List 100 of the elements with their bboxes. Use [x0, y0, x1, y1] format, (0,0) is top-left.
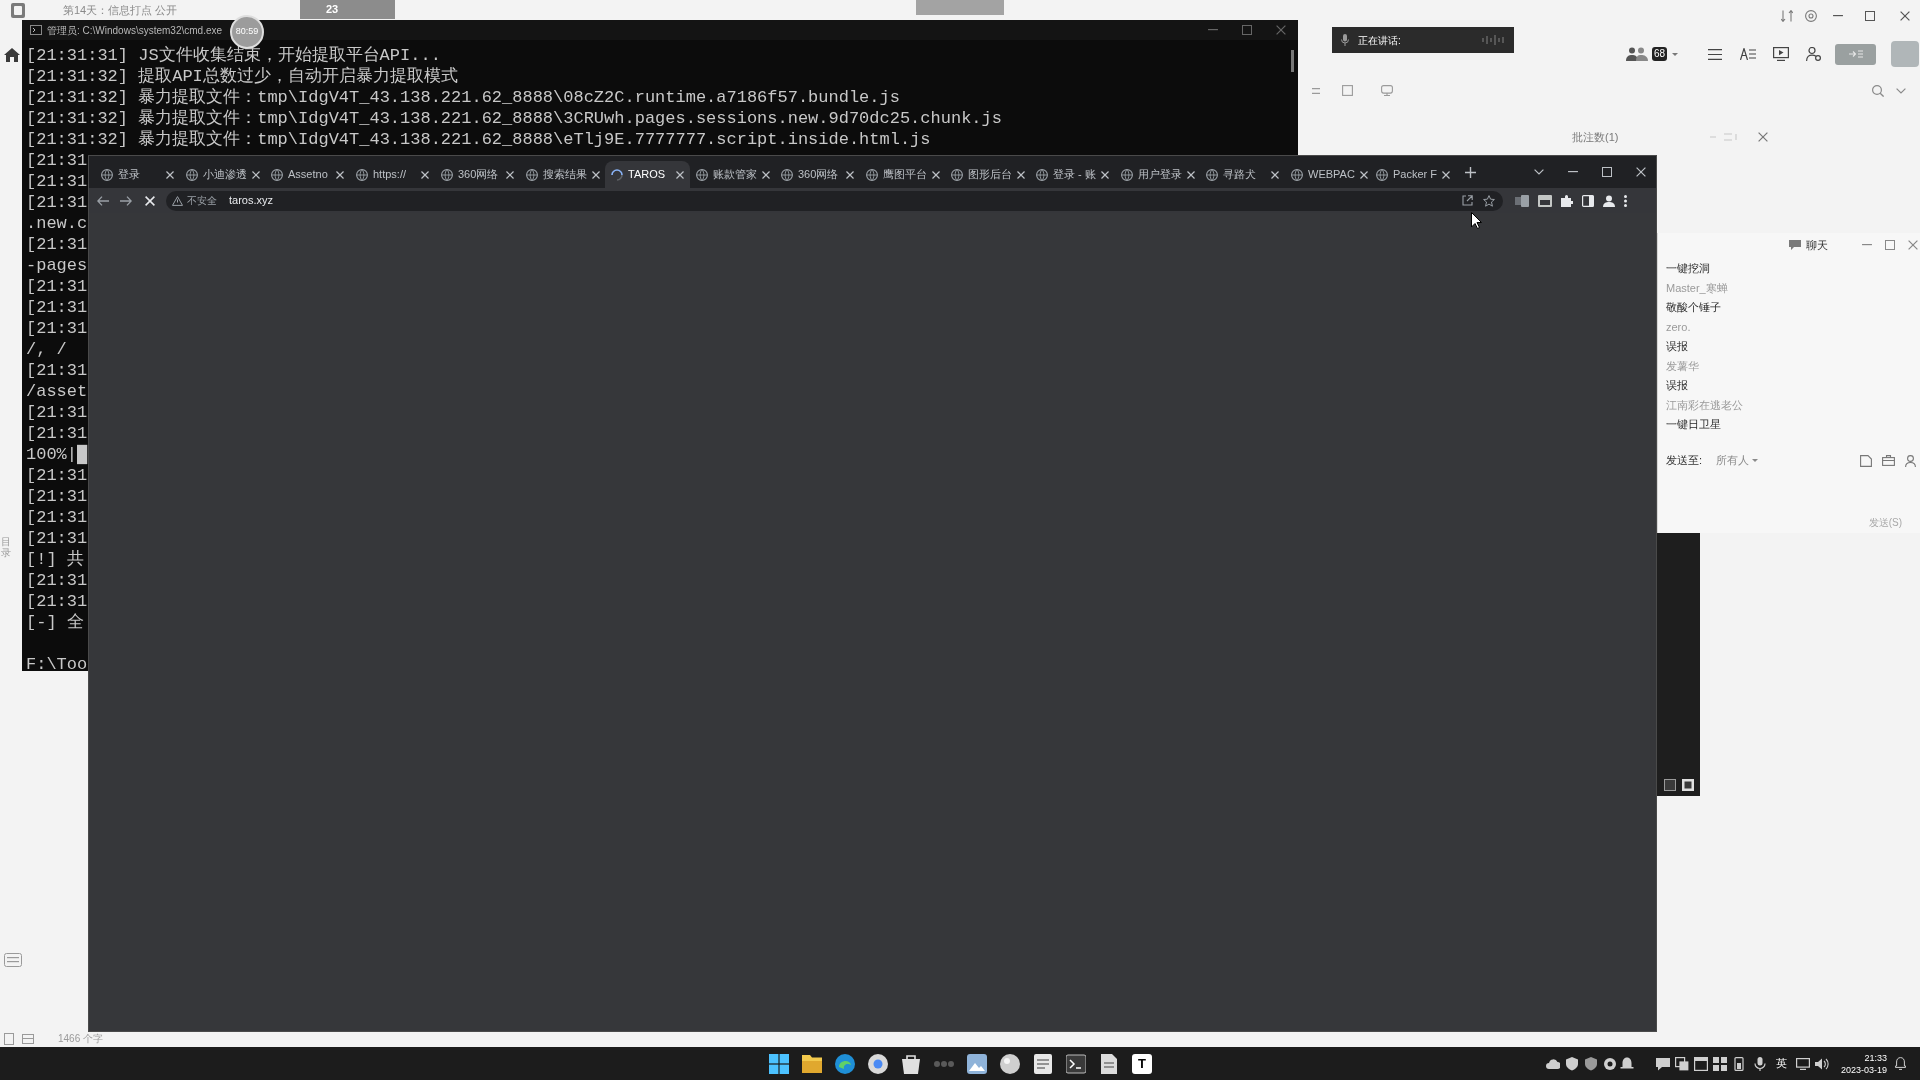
close-icon[interactable]	[676, 170, 684, 179]
browser-tab[interactable]: Packer F	[1370, 161, 1455, 188]
microphone-icon[interactable]	[1752, 1056, 1767, 1071]
search-icon[interactable]	[1872, 85, 1884, 97]
browser-tab[interactable]: 360网络	[775, 161, 860, 188]
browser-tab[interactable]: 小迪渗透	[180, 161, 265, 188]
scrollbar-thumb[interactable]	[1291, 50, 1294, 72]
annotation-count[interactable]: 批注数(1)	[1572, 129, 1619, 146]
image-icon[interactable]	[967, 1053, 987, 1074]
folder-icon[interactable]	[802, 1053, 822, 1074]
stop-icon[interactable]	[145, 195, 155, 206]
home-icon[interactable]	[4, 48, 20, 62]
star-icon[interactable]	[1483, 194, 1495, 207]
chevron-down-icon[interactable]	[1534, 169, 1544, 175]
close-icon[interactable]	[252, 170, 260, 179]
swirl-icon[interactable]	[835, 1053, 855, 1074]
browser-tab[interactable]: Assetno	[265, 161, 350, 188]
bell-icon[interactable]	[1619, 1056, 1634, 1071]
file-icon[interactable]	[1099, 1053, 1119, 1074]
close-icon[interactable]	[506, 170, 514, 179]
notification-icon[interactable]	[1895, 1057, 1906, 1070]
browser-tab[interactable]: 360网络	[435, 161, 520, 188]
layers-icon[interactable]	[1515, 194, 1529, 207]
maximize-icon[interactable]	[1865, 11, 1875, 21]
text-lines-icon[interactable]	[1740, 48, 1757, 60]
person-icon[interactable]	[1905, 454, 1916, 467]
close-icon[interactable]	[1101, 170, 1109, 179]
back-arrow-icon[interactable]	[97, 195, 109, 206]
side-panel-icon[interactable]	[1582, 194, 1594, 207]
clock-date[interactable]: 2023-03-19	[1840, 1063, 1887, 1076]
app-tile[interactable]: T	[1132, 1053, 1152, 1074]
copy-icon[interactable]	[1674, 1056, 1689, 1071]
people-icon[interactable]	[1626, 47, 1648, 61]
close-icon[interactable]	[762, 170, 770, 179]
shield-icon[interactable]	[1583, 1056, 1598, 1071]
window-icon[interactable]	[1538, 194, 1552, 207]
close-icon[interactable]	[846, 170, 854, 179]
windows-icon[interactable]	[769, 1053, 789, 1074]
swap-icon[interactable]	[1781, 10, 1793, 22]
close-icon[interactable]	[1900, 11, 1910, 21]
input-method-indicator[interactable]: 英	[1775, 1055, 1787, 1072]
app-icon[interactable]	[11, 3, 25, 18]
minimize-icon[interactable]	[1833, 15, 1843, 17]
terminal-icon[interactable]	[1066, 1053, 1086, 1074]
close-icon[interactable]	[421, 170, 429, 179]
browser-tab[interactable]: 登录	[95, 161, 180, 188]
screen-play-icon[interactable]	[1773, 47, 1790, 61]
plus-icon[interactable]	[1465, 166, 1476, 178]
sphere-icon[interactable]	[1000, 1053, 1020, 1074]
browser-tab[interactable]: WEBPAC	[1285, 161, 1370, 188]
battery-icon[interactable]	[1731, 1056, 1746, 1071]
two-lines-icon[interactable]	[1312, 87, 1320, 94]
share-icon[interactable]	[1462, 195, 1473, 206]
security-chip[interactable]: 不安全	[172, 193, 217, 208]
briefcase-icon[interactable]	[1882, 455, 1895, 466]
close-icon[interactable]	[1017, 170, 1025, 179]
minimize-icon[interactable]	[1568, 171, 1578, 173]
notepad-icon[interactable]	[1033, 1053, 1053, 1074]
clock-time[interactable]: 21:33	[1864, 1051, 1887, 1064]
close-icon[interactable]	[1442, 170, 1450, 179]
menu-dots-icon[interactable]	[1624, 194, 1627, 207]
forward-arrow-icon[interactable]	[120, 195, 132, 206]
browser-tab[interactable]: 寻路犬	[1200, 161, 1285, 188]
maximize-icon[interactable]	[1602, 167, 1612, 177]
minimize-icon[interactable]	[1862, 244, 1872, 246]
browser-tab[interactable]: 搜索结果	[520, 161, 605, 188]
person-icon[interactable]	[1806, 47, 1822, 61]
panel-icon[interactable]	[4, 953, 22, 967]
close-icon[interactable]	[1271, 170, 1279, 179]
framed-square-icon[interactable]	[1682, 779, 1694, 791]
ring-icon[interactable]	[868, 1053, 888, 1074]
monitor-icon[interactable]	[1795, 1057, 1810, 1070]
volume-icon[interactable]	[1814, 1057, 1829, 1070]
browser-tab[interactable]: 用户登录	[1115, 161, 1200, 188]
browser-tab[interactable]: https://	[350, 161, 435, 188]
caret-down-icon[interactable]	[1672, 52, 1679, 56]
ring-icon[interactable]	[1602, 1056, 1617, 1071]
shield-icon[interactable]	[1564, 1056, 1579, 1071]
window-icon[interactable]	[1693, 1056, 1708, 1071]
browser-tab[interactable]: 图形后台	[945, 161, 1030, 188]
square-icon[interactable]	[1664, 779, 1676, 791]
target-icon[interactable]	[1805, 10, 1817, 22]
list-icon[interactable]	[1708, 48, 1723, 60]
close-icon[interactable]	[336, 170, 344, 179]
browser-tab[interactable]: 账款管家	[690, 161, 775, 188]
page-icon[interactable]	[4, 1032, 14, 1045]
minimize-icon[interactable]	[1208, 29, 1218, 31]
close-icon[interactable]	[1636, 167, 1646, 177]
chat-bubble-icon[interactable]	[1655, 1056, 1670, 1071]
puzzle-icon[interactable]	[1561, 194, 1573, 207]
cloud-icon[interactable]	[1545, 1056, 1560, 1071]
close-icon[interactable]	[166, 170, 174, 179]
close-icon[interactable]	[932, 170, 940, 179]
close-icon[interactable]	[1187, 170, 1195, 179]
grid-icon[interactable]	[1712, 1056, 1727, 1071]
address-bar[interactable]: 不安全 taros.xyz	[166, 190, 1503, 211]
browser-tab[interactable]: TAROS	[605, 161, 690, 188]
close-icon[interactable]	[592, 170, 600, 179]
browser-tab[interactable]: 鹰图平台	[860, 161, 945, 188]
close-icon[interactable]	[1359, 170, 1368, 179]
